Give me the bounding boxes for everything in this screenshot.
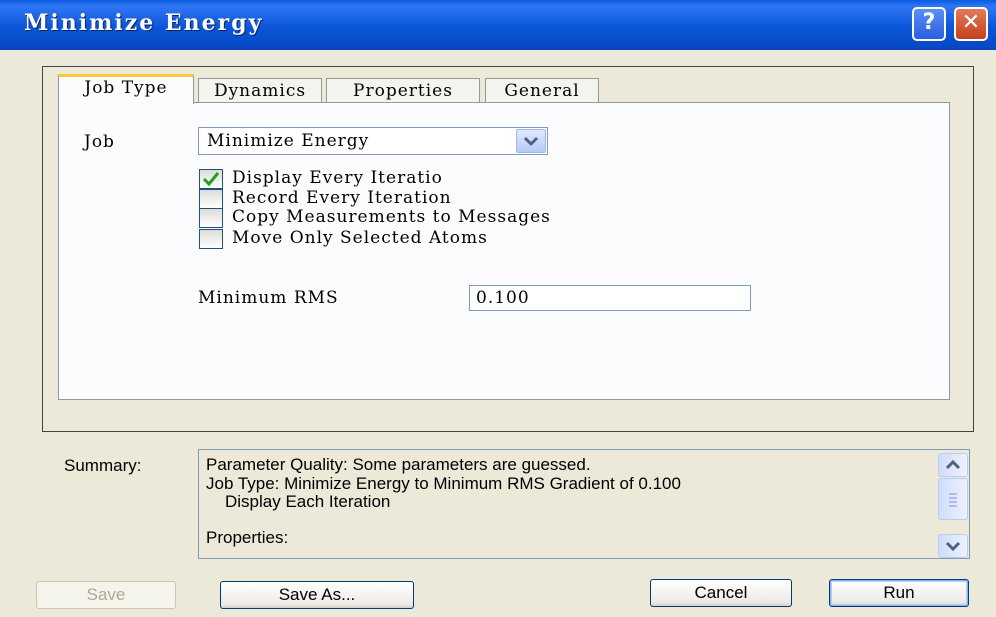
copy-measurements-checkbox[interactable]: [199, 208, 223, 228]
cancel-button[interactable]: Cancel: [650, 579, 792, 607]
save-button[interactable]: Save: [36, 581, 176, 609]
tab-label: Properties: [353, 81, 453, 101]
grip-icon: [949, 493, 957, 507]
tab-dynamics[interactable]: Dynamics: [198, 78, 322, 104]
tab-properties[interactable]: Properties: [326, 78, 480, 104]
minimum-rms-input[interactable]: 0.100: [469, 285, 751, 311]
title-bar[interactable]: Minimize Energy ? ✕: [0, 0, 996, 50]
help-icon: ?: [922, 10, 936, 35]
window-title: Minimize Energy: [24, 10, 264, 36]
copy-measurements-label: Copy Measurements to Messages: [232, 207, 551, 227]
display-every-iteration-label: Display Every Iteratio: [232, 168, 443, 188]
summary-textbox[interactable]: Parameter Quality: Some parameters are g…: [198, 449, 970, 559]
check-icon: [202, 172, 220, 187]
summary-label: Summary:: [64, 456, 142, 475]
summary-line: Properties:: [206, 528, 289, 547]
minimum-rms-label: Minimum RMS: [198, 288, 339, 308]
scroll-down-button[interactable]: [938, 534, 968, 558]
summary-line: Job Type: Minimize Energy to Minimum RMS…: [206, 474, 681, 493]
minimize-energy-dialog: Minimize Energy ? ✕ Job Type Dynamics Pr…: [0, 0, 996, 617]
help-button[interactable]: ?: [912, 7, 946, 41]
scrollbar-thumb[interactable]: [938, 478, 968, 520]
chevron-down-icon: [945, 541, 961, 552]
save-as-button[interactable]: Save As...: [220, 581, 414, 609]
run-button[interactable]: Run: [829, 579, 969, 607]
tab-job-type[interactable]: Job Type: [58, 74, 194, 104]
summary-line: Parameter Quality: Some parameters are g…: [206, 455, 591, 474]
tab-label: General: [504, 81, 580, 101]
job-dropdown[interactable]: Minimize Energy: [198, 127, 548, 155]
close-icon: ✕: [961, 10, 981, 35]
display-every-iteration-checkbox[interactable]: [199, 169, 223, 189]
chevron-down-icon[interactable]: [516, 129, 546, 153]
record-every-iteration-checkbox[interactable]: [199, 189, 223, 209]
tab-general[interactable]: General: [485, 78, 599, 104]
record-every-iteration-label: Record Every Iteration: [232, 188, 452, 208]
chevron-up-icon: [945, 459, 961, 470]
move-only-selected-atoms-checkbox[interactable]: [199, 229, 223, 249]
summary-line: Display Each Iteration: [225, 492, 391, 511]
move-only-selected-atoms-label: Move Only Selected Atoms: [232, 228, 488, 248]
scroll-up-button[interactable]: [938, 453, 968, 477]
tab-label: Job Type: [84, 78, 168, 98]
job-dropdown-value: Minimize Energy: [207, 131, 370, 151]
tab-label: Dynamics: [213, 81, 307, 101]
job-label: Job: [84, 132, 115, 152]
close-button[interactable]: ✕: [954, 7, 988, 41]
